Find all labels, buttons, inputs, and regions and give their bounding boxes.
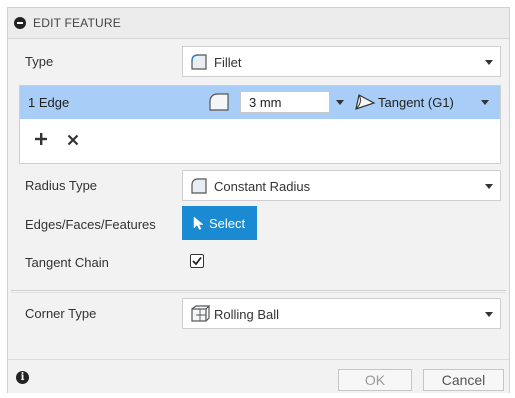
section-divider (11, 290, 506, 291)
edge-set-row[interactable]: 1 Edge 3 mm Tangent (G1) (20, 86, 500, 119)
corner-type-value: Rolling Ball (214, 307, 280, 322)
remove-icon[interactable] (67, 134, 79, 149)
chevron-down-icon (485, 312, 493, 317)
cursor-icon (193, 216, 205, 233)
edit-feature-dialog: EDIT FEATURE Type Fillet 1 Edge 3 mm Tan… (7, 7, 510, 393)
select-button[interactable]: Select (182, 206, 257, 240)
radius-value: 3 mm (249, 95, 282, 110)
corner-type-label: Corner Type (25, 306, 97, 321)
select-button-label: Select (209, 216, 246, 231)
continuity-dropdown-icon[interactable] (481, 100, 489, 105)
fillet-icon (190, 53, 209, 74)
radius-type-dropdown[interactable]: Constant Radius (182, 170, 501, 201)
chevron-down-icon (485, 184, 493, 189)
cancel-button[interactable]: Cancel (423, 369, 504, 391)
constant-radius-icon (190, 177, 209, 198)
dialog-footer: i OK Cancel (8, 359, 509, 393)
selection-label: Edges/Faces/Features (25, 217, 156, 232)
chevron-down-icon (485, 60, 493, 65)
add-icon[interactable] (34, 132, 48, 149)
radius-type-value: Constant Radius (214, 179, 311, 194)
tangent-chain-checkbox[interactable] (190, 254, 204, 268)
radius-icon (208, 92, 230, 115)
ok-button[interactable]: OK (338, 369, 412, 391)
radius-type-label: Radius Type (25, 178, 98, 193)
tangent-continuity-icon (354, 93, 376, 114)
info-icon[interactable]: i (16, 371, 29, 384)
radius-dropdown-icon[interactable] (336, 100, 344, 105)
rolling-ball-icon (190, 305, 211, 326)
edges-panel: 1 Edge 3 mm Tangent (G1) (19, 85, 501, 164)
continuity-value[interactable]: Tangent (G1) (378, 95, 454, 110)
checkmark-icon (192, 256, 202, 266)
tangent-chain-label: Tangent Chain (25, 255, 109, 270)
type-label: Type (25, 54, 54, 69)
collapse-icon[interactable] (14, 17, 26, 29)
dialog-title: EDIT FEATURE (33, 16, 121, 30)
section-divider-shadow (11, 292, 506, 293)
edge-set-label: 1 Edge (28, 95, 70, 110)
radius-input[interactable]: 3 mm (240, 91, 330, 113)
type-value: Fillet (214, 55, 242, 70)
dialog-titlebar: EDIT FEATURE (8, 8, 509, 39)
corner-type-dropdown[interactable]: Rolling Ball (182, 298, 501, 329)
type-dropdown[interactable]: Fillet (182, 46, 501, 77)
